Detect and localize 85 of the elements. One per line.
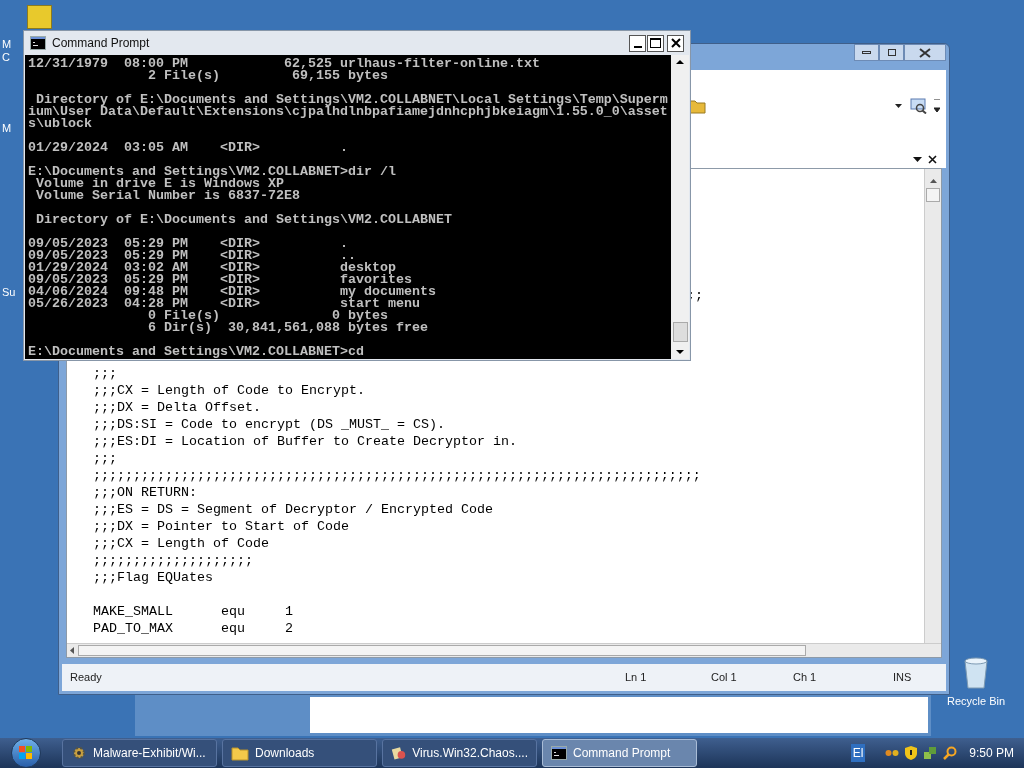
status-text: INS [893, 670, 912, 686]
vertical-scrollbar[interactable] [924, 169, 941, 643]
code-line: ;;;ES:DI = Location of Buffer to Create Decryptor in. [93, 433, 517, 450]
code-line: ;;;ES = DS = Segment of Decryptor / Encrypted Code [93, 501, 493, 518]
console-line: 09/05/2023 05:29 PM <DIR> .. [28, 250, 356, 262]
gear-icon [71, 745, 87, 761]
folder-icon [231, 745, 249, 761]
console-line: s\ublock [28, 118, 92, 130]
language-indicator[interactable]: El [850, 744, 866, 762]
arrow-left-icon[interactable] [70, 647, 74, 654]
console-line: ium\User Data\Default\Extensions\cjpalhdlnbpafiamejdnhcphjbkeiagm\1.55.0_0\asset [28, 106, 668, 118]
chevron-icon[interactable] [934, 99, 940, 113]
console-line: Volume in drive E is Windows XP [35, 178, 284, 190]
taskbar-button[interactable]: Downloads [222, 739, 377, 767]
console-line: 12/31/1979 08:00 PM 62,525 urlhaus-filter-online.txt [28, 58, 540, 70]
code-line: MAKE_SMALL equ 1 [93, 603, 293, 620]
console-line: Directory of E:\Documents and Settings\VM2.COLLABNET [35, 214, 452, 226]
icon-label: C [2, 50, 10, 65]
close-button[interactable] [667, 34, 684, 52]
console-line: 01/29/2024 03:05 AM <DIR> . [28, 142, 348, 154]
console-icon [30, 36, 46, 50]
console-line: 0 File(s) 0 bytes [146, 310, 388, 322]
code-line: ;;;Flag EQUates [93, 569, 213, 586]
dropdown-arrow-icon[interactable] [913, 157, 922, 162]
network-icon[interactable] [923, 746, 938, 760]
code-line: ;;;;;;;;;;;;;;;;;;;;;;;;;;;;;;;;;;;;;;;;;;;;;;;;;;;;;;;;;;;;;;;;;;;;;;;;;;;; [93, 467, 701, 484]
code-line: ;;;DX = Pointer to Start of Code [93, 518, 349, 535]
code-line: ;;;CX = Length of Code to Encrypt. [93, 382, 365, 399]
console-line: 09/05/2023 05:29 PM <DIR> . [28, 238, 348, 250]
trash-can-icon[interactable] [962, 655, 990, 689]
clock[interactable]: 9:50 PM [969, 744, 1014, 762]
console-line: Directory of E:\Documents and Settings\VM2.COLLABNET\Local Settings\Temp\Superm [36, 94, 668, 106]
maximize-button[interactable] [647, 34, 664, 52]
scrollbar-thumb[interactable] [78, 645, 806, 656]
console-line: 01/29/2024 03:02 AM <DIR> desktop [28, 262, 396, 274]
arrow-down-icon[interactable] [676, 350, 684, 354]
search-icon[interactable] [943, 746, 958, 760]
console-line: 05/26/2023 04:28 PM <DIR> start menu [28, 298, 420, 310]
flag-icon [19, 746, 33, 760]
icon-label: M [2, 37, 12, 52]
shield-icon[interactable] [905, 746, 918, 760]
console-line: E:\Documents and Settings\VM2.COLLABNET>cd [28, 346, 364, 358]
code-line: ;;; [93, 365, 117, 382]
close-icon[interactable] [928, 155, 937, 164]
maximize-button[interactable] [879, 44, 904, 61]
console-line: 2 File(s) 69,155 bytes [146, 70, 388, 82]
icon-label: M [2, 121, 12, 136]
code-line: ;;;CX = Length of Code [93, 535, 269, 552]
taskbar-button[interactable]: Virus.Win32.Chaos.... [382, 739, 537, 767]
console-line: 04/06/2024 09:48 PM <DIR> my documents [28, 286, 436, 298]
console-line: 09/05/2023 05:29 PM <DIR> favorites [28, 274, 412, 286]
status-text: Ln 1 [625, 670, 648, 686]
status-text: Col 1 [711, 670, 738, 686]
window-title: Command Prompt [52, 35, 150, 52]
code-line: ;;;ON RETURN: [93, 484, 197, 501]
minimize-button[interactable] [629, 34, 646, 52]
close-button[interactable] [904, 44, 946, 61]
dropdown-arrow-icon [895, 104, 902, 108]
icon-label: Recycle Bin [946, 694, 1006, 709]
document-icon [391, 745, 407, 761]
scrollbar-thumb[interactable] [926, 188, 940, 202]
code-line: ;;;DX = Delta Offset. [93, 399, 261, 416]
arrow-up-icon[interactable] [929, 179, 937, 183]
code-line: ;;;DS:SI = Code to encrypt (DS _MUST_ = CS). [93, 416, 445, 433]
status-text: Ready [70, 670, 103, 686]
console-line: E:\Documents and Settings\VM2.COLLABNET>dir /l [28, 166, 396, 178]
status-text: Ch 1 [793, 670, 818, 686]
start-button[interactable] [11, 738, 41, 768]
console-line: 6 Dir(s) 30,841,561,088 bytes free [146, 322, 428, 334]
code-line: ;;;;;;;;;;;;;;;;;;;; [93, 552, 253, 569]
arrow-up-icon[interactable] [676, 60, 684, 64]
icon-label: Su [2, 285, 16, 300]
search-icon[interactable] [910, 98, 928, 114]
close-icon [919, 47, 931, 58]
console-icon [551, 746, 567, 760]
minimize-button[interactable] [854, 44, 879, 61]
taskbar-button[interactable]: Malware-Exhibit/Wi... [62, 739, 217, 767]
taskbar-button[interactable]: Command Prompt [542, 739, 697, 767]
glasses-icon[interactable] [885, 748, 900, 758]
scrollbar-thumb[interactable] [672, 322, 688, 342]
console-line: Volume Serial Number is 6837-72E8 [35, 190, 300, 202]
code-line: ;;; [93, 450, 117, 467]
horizontal-scrollbar[interactable] [67, 643, 941, 657]
code-line: PAD_TO_MAX equ 2 [93, 620, 293, 637]
vertical-scrollbar[interactable] [671, 55, 689, 359]
